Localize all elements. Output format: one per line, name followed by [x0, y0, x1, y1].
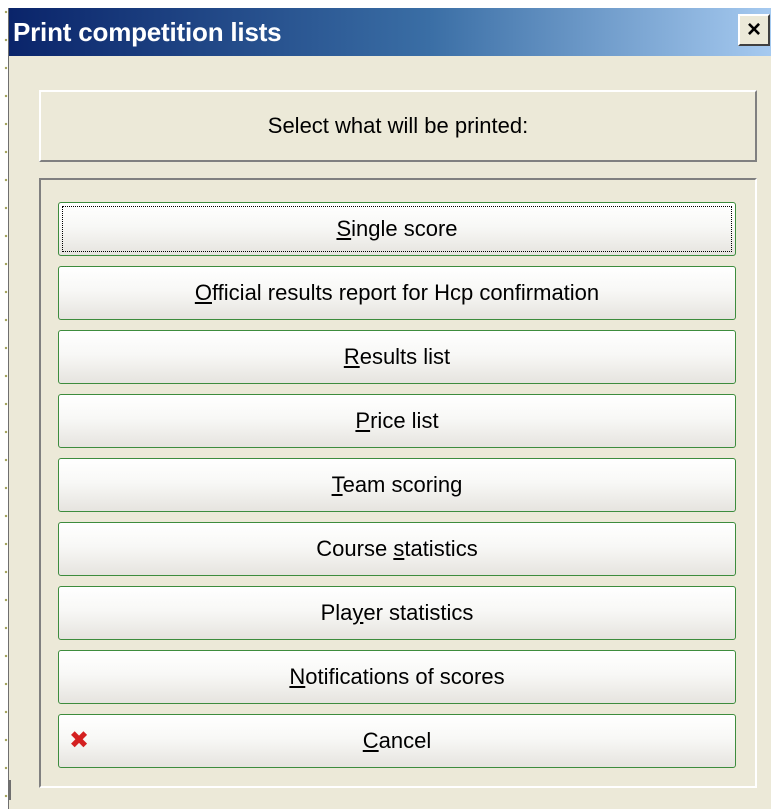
red-x-icon: ✖ — [69, 727, 90, 754]
button-label: Results list — [343, 344, 451, 369]
button-label: Official results report for Hcp confirma… — [194, 280, 600, 305]
button-label: Team scoring — [331, 472, 463, 497]
window-edge — [8, 780, 11, 800]
title-bar: Print competition lists × — [9, 8, 771, 56]
close-button[interactable]: × — [738, 14, 770, 46]
dialog-title: Print competition lists — [13, 16, 282, 47]
instruction-panel: Select what will be printed: — [39, 90, 757, 162]
button-label: Notifications of scores — [289, 664, 505, 689]
instruction-text: Select what will be printed: — [267, 113, 529, 138]
cancel-button[interactable]: ✖ Cancel — [58, 714, 736, 768]
results-list-button[interactable]: Results list — [58, 330, 736, 384]
price-list-button[interactable]: Price list — [58, 394, 736, 448]
button-label: Player statistics — [320, 600, 474, 625]
course-statistics-button[interactable]: Course statistics — [58, 522, 736, 576]
options-group: Single score Official results report for… — [39, 178, 757, 788]
button-label: Course statistics — [316, 536, 478, 561]
team-scoring-button[interactable]: Team scoring — [58, 458, 736, 512]
print-lists-dialog: Print competition lists × Select what wi… — [8, 8, 771, 809]
player-statistics-button[interactable]: Player statistics — [58, 586, 736, 640]
button-label: Single score — [336, 216, 458, 241]
button-label: Price list — [355, 408, 439, 433]
options-list: Single score Official results report for… — [58, 202, 736, 778]
official-results-report-button[interactable]: Official results report for Hcp confirma… — [58, 266, 736, 320]
single-score-button[interactable]: Single score — [58, 202, 736, 256]
notifications-of-scores-button[interactable]: Notifications of scores — [58, 650, 736, 704]
close-icon: × — [746, 16, 761, 43]
button-label: Cancel — [362, 728, 432, 753]
